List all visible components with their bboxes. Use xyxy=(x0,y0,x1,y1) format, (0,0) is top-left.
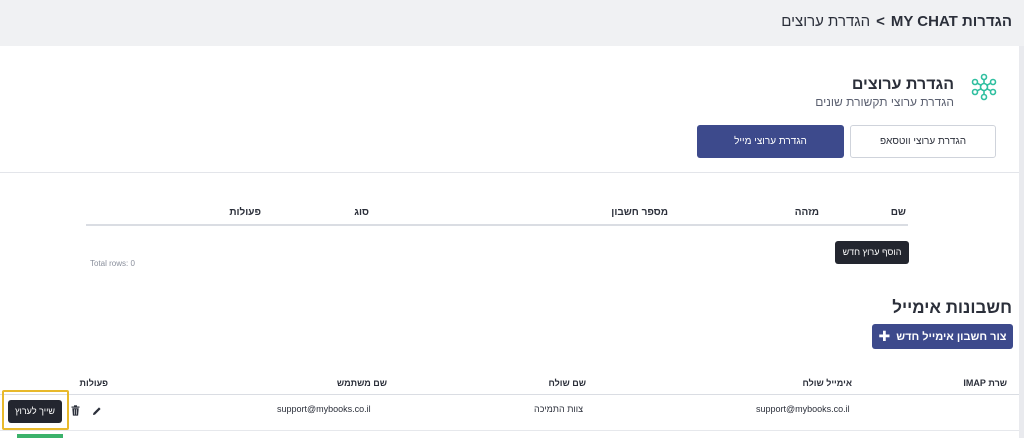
assign-to-channel-button[interactable]: שייך לערוץ xyxy=(8,400,62,423)
email-accounts-title: חשבונות אימייל xyxy=(892,298,1012,317)
column-header-id: מזהה xyxy=(794,207,819,218)
column-header-imap: שרת IMAP xyxy=(963,378,1007,388)
column-header-account: מספר חשבון xyxy=(611,207,668,218)
add-channel-button[interactable]: הוסף ערוץ חדש xyxy=(835,241,909,264)
breadcrumb-root[interactable]: הגדרות MY CHAT xyxy=(891,13,1012,30)
scrollbar-track[interactable] xyxy=(1019,46,1024,438)
plus-icon: ✚ xyxy=(878,328,891,344)
whatsapp-channels-tab[interactable]: הגדרת ערוצי ווטסאפ xyxy=(850,125,996,158)
create-email-account-button[interactable]: צור חשבון אימייל חדש ✚ xyxy=(872,324,1013,349)
column-header-email-actions: פעולות xyxy=(79,378,108,388)
column-header-actions: פעולות xyxy=(229,207,261,218)
breadcrumb-current: הגדרת ערוצים xyxy=(781,13,871,30)
sender-email-cell: support@mybooks.co.il xyxy=(756,404,850,414)
trash-icon[interactable] xyxy=(71,405,80,416)
page-title: הגדרת ערוצים xyxy=(851,76,954,93)
section-divider xyxy=(0,172,1019,173)
row-divider xyxy=(0,430,1019,431)
username-cell: support@mybooks.co.il xyxy=(277,404,371,414)
page-subtitle: הגדרת ערוצי תקשורת שונים xyxy=(815,95,954,109)
column-header-sender-name: שם שולח xyxy=(548,378,586,388)
top-bar: הגדרות MY CHAT > הגדרת ערוצים xyxy=(0,0,1024,46)
email-channels-tab[interactable]: הגדרת ערוצי מייל xyxy=(697,125,844,158)
table-header-line xyxy=(86,224,908,226)
breadcrumb-separator: > xyxy=(876,13,885,30)
column-header-type: סוג xyxy=(354,207,369,218)
column-header-name: שם xyxy=(890,207,906,218)
edit-icon[interactable] xyxy=(92,406,102,416)
total-rows: Total rows: 0 xyxy=(90,259,135,268)
new-email-label: צור חשבון אימייל חדש xyxy=(896,330,1007,343)
network-icon xyxy=(971,73,997,101)
email-table-header-line xyxy=(0,394,1019,395)
sender-name-cell: צוות התמיכה xyxy=(534,404,583,414)
next-row-button-peek[interactable] xyxy=(17,434,63,438)
breadcrumb: הגדרות MY CHAT > הגדרת ערוצים xyxy=(781,13,1012,30)
column-header-sender-email: אימייל שולח xyxy=(802,378,852,388)
column-header-username: שם משתמש xyxy=(336,378,387,388)
